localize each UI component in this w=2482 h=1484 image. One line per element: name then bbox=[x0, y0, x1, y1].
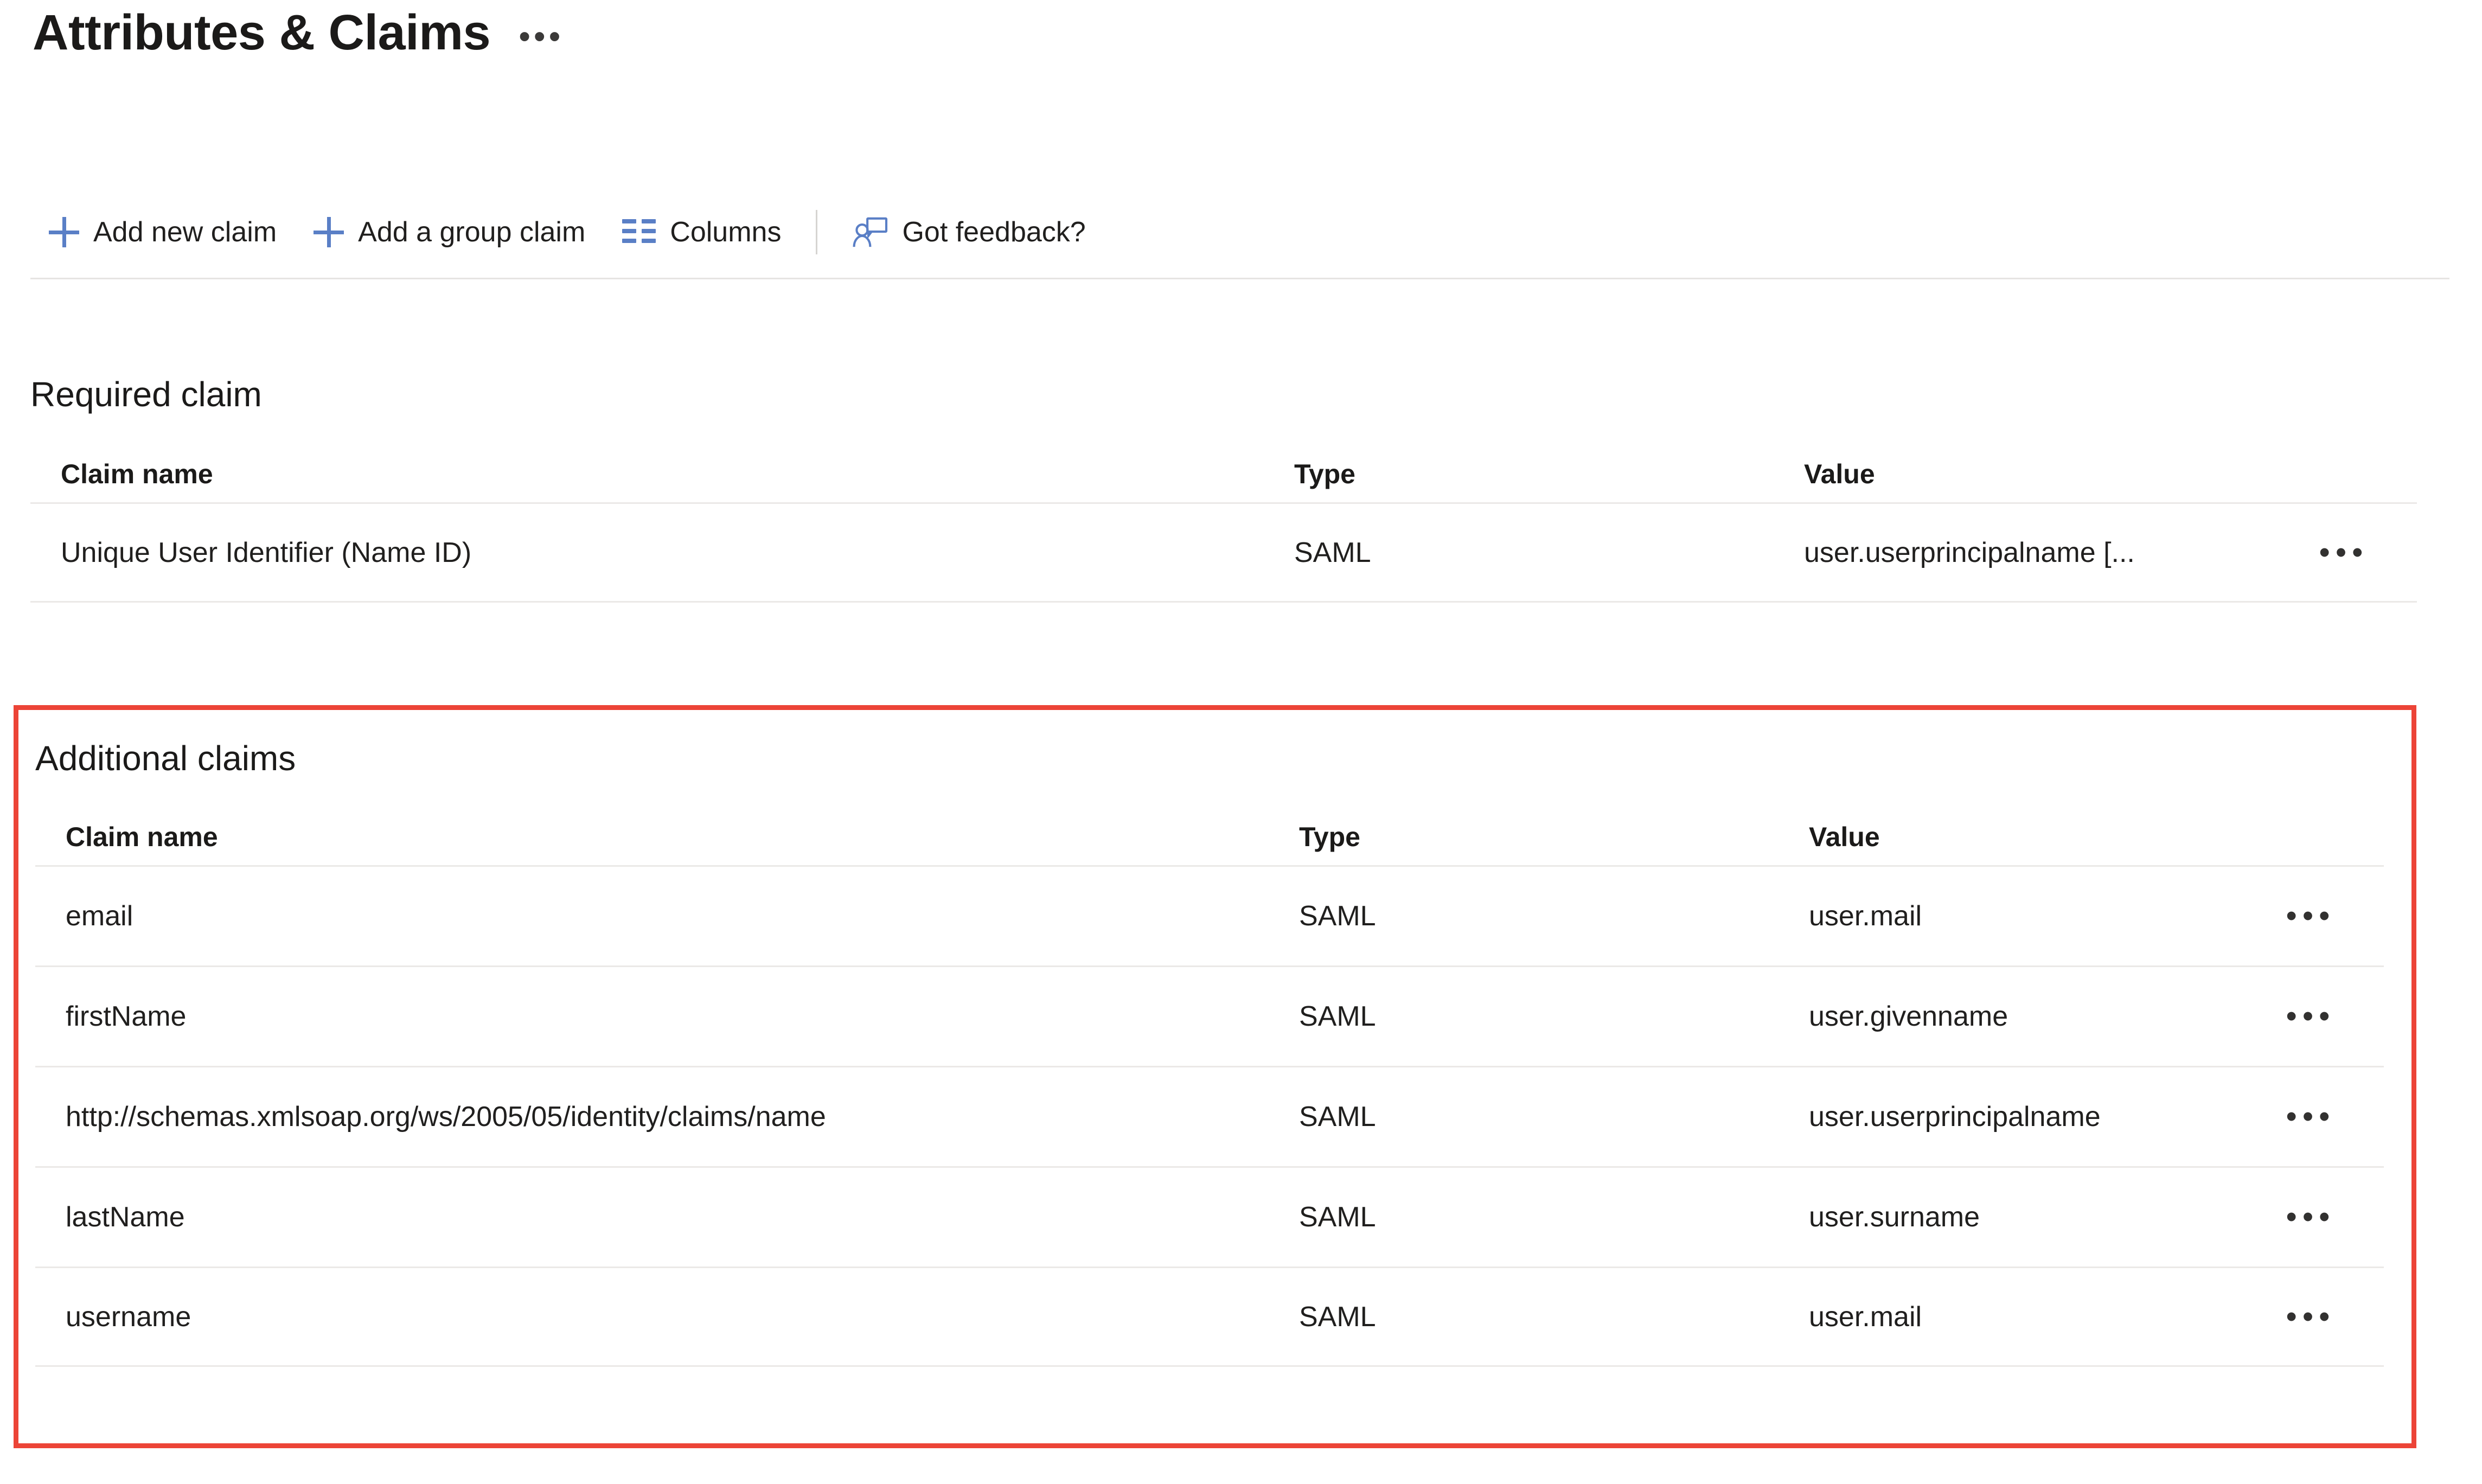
claim-name-cell: lastName bbox=[66, 1201, 185, 1233]
add-group-claim-button[interactable]: Add a group claim bbox=[295, 200, 604, 265]
required-claim-table-header: Claim name Type Value bbox=[30, 446, 2417, 502]
columns-icon bbox=[622, 219, 656, 245]
row-menu-cell: ••• bbox=[2243, 1201, 2384, 1233]
columns-button[interactable]: Columns bbox=[604, 200, 799, 265]
row-overflow-menu-icon[interactable]: ••• bbox=[2286, 1201, 2341, 1233]
additional-claims-table: Claim name Type Value email SAML user.ma… bbox=[35, 809, 2384, 1367]
add-new-claim-button[interactable]: Add new claim bbox=[30, 200, 295, 265]
table-row[interactable]: firstName SAML user.givenname ••• bbox=[35, 965, 2384, 1066]
plus-icon bbox=[49, 217, 79, 247]
column-header-value: Value bbox=[1809, 822, 1880, 852]
column-header-claim-name: Claim name bbox=[66, 822, 218, 852]
required-claim-section: Required claim Claim name Type Value Uni… bbox=[30, 374, 2417, 603]
row-menu-cell: ••• bbox=[2276, 536, 2417, 568]
required-claim-table: Claim name Type Value Unique User Identi… bbox=[30, 446, 2417, 603]
claim-name-cell: email bbox=[66, 900, 133, 932]
column-header-claim-name: Claim name bbox=[61, 459, 213, 489]
claim-type-cell: SAML bbox=[1299, 1101, 1376, 1133]
claim-type-cell: SAML bbox=[1299, 1301, 1376, 1333]
required-claim-heading: Required claim bbox=[30, 375, 262, 414]
row-overflow-menu-icon[interactable]: ••• bbox=[2286, 1101, 2341, 1133]
add-group-claim-label: Add a group claim bbox=[358, 216, 586, 248]
attributes-claims-page: Attributes & Claims ••• Add new claim Ad… bbox=[0, 0, 2482, 1484]
page-overflow-menu-icon[interactable]: ••• bbox=[519, 20, 564, 54]
row-menu-cell: ••• bbox=[2243, 900, 2384, 932]
toolbar-divider bbox=[816, 210, 818, 254]
columns-label: Columns bbox=[670, 216, 782, 248]
claim-value-cell: user.mail bbox=[1809, 1301, 1922, 1333]
claim-type-cell: SAML bbox=[1294, 536, 1371, 568]
add-new-claim-label: Add new claim bbox=[93, 216, 277, 248]
column-header-value: Value bbox=[1804, 459, 1875, 489]
plus-icon bbox=[314, 217, 344, 247]
column-header-type: Type bbox=[1294, 459, 1355, 489]
row-overflow-menu-icon[interactable]: ••• bbox=[2319, 536, 2374, 568]
table-row[interactable]: http://schemas.xmlsoap.org/ws/2005/05/id… bbox=[35, 1066, 2384, 1166]
claim-type-cell: SAML bbox=[1299, 1201, 1376, 1233]
page-title: Attributes & Claims bbox=[33, 5, 491, 60]
row-overflow-menu-icon[interactable]: ••• bbox=[2286, 900, 2341, 932]
claim-value-cell: user.givenname bbox=[1809, 1001, 2008, 1032]
got-feedback-label: Got feedback? bbox=[902, 216, 1086, 248]
claim-value-cell: user.userprincipalname [... bbox=[1804, 536, 2135, 568]
claim-type-cell: SAML bbox=[1299, 1001, 1376, 1032]
claim-name-cell: Unique User Identifier (Name ID) bbox=[61, 536, 472, 568]
claim-name-cell: username bbox=[66, 1301, 191, 1333]
additional-claims-section: Additional claims Claim name Type Value … bbox=[14, 705, 2416, 1448]
table-row[interactable]: email SAML user.mail ••• bbox=[35, 865, 2384, 965]
table-row[interactable]: lastName SAML user.surname ••• bbox=[35, 1166, 2384, 1266]
row-menu-cell: ••• bbox=[2243, 1101, 2384, 1133]
column-header-type: Type bbox=[1299, 822, 1360, 852]
command-bar-underline bbox=[30, 278, 2449, 279]
got-feedback-button[interactable]: Got feedback? bbox=[834, 200, 1104, 265]
claim-name-cell: http://schemas.xmlsoap.org/ws/2005/05/id… bbox=[66, 1101, 826, 1133]
additional-claims-table-header: Claim name Type Value bbox=[35, 809, 2384, 865]
claim-value-cell: user.surname bbox=[1809, 1201, 1980, 1233]
person-feedback-icon bbox=[852, 215, 888, 249]
row-overflow-menu-icon[interactable]: ••• bbox=[2286, 1301, 2341, 1332]
claim-type-cell: SAML bbox=[1299, 900, 1376, 932]
page-header: Attributes & Claims ••• bbox=[33, 5, 564, 60]
claim-name-cell: firstName bbox=[66, 1001, 187, 1032]
row-menu-cell: ••• bbox=[2243, 1001, 2384, 1032]
claim-value-cell: user.mail bbox=[1809, 900, 1922, 932]
command-bar: Add new claim Add a group claim Columns bbox=[30, 187, 2449, 277]
claim-value-cell: user.userprincipalname bbox=[1809, 1101, 2101, 1133]
additional-claims-heading: Additional claims bbox=[35, 739, 296, 778]
table-row[interactable]: username SAML user.mail ••• bbox=[35, 1266, 2384, 1367]
table-row[interactable]: Unique User Identifier (Name ID) SAML us… bbox=[30, 502, 2417, 603]
row-menu-cell: ••• bbox=[2243, 1301, 2384, 1332]
row-overflow-menu-icon[interactable]: ••• bbox=[2286, 1001, 2341, 1032]
